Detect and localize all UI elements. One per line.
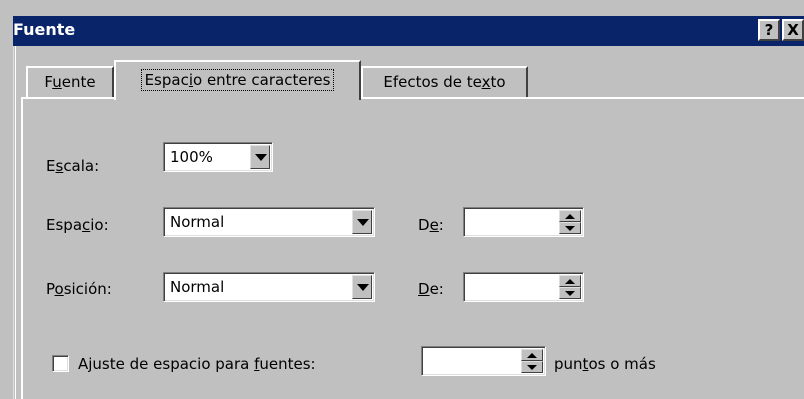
kerning-points-spinner[interactable]: [421, 346, 546, 376]
chevron-down-icon[interactable]: [250, 145, 270, 169]
font-dialog: Fuente ? X Fuente Espacio entre caracter…: [0, 0, 804, 399]
kerning-checkbox[interactable]: [52, 355, 69, 372]
position-by-spinner[interactable]: [463, 272, 584, 302]
spinner-buttons: [559, 275, 581, 299]
position-label: Posición:: [46, 280, 112, 298]
spin-up-icon[interactable]: [559, 210, 581, 222]
chevron-down-icon[interactable]: [352, 210, 372, 234]
title-bar: Fuente ? X: [13, 16, 804, 46]
tab-fuente[interactable]: Fuente: [26, 66, 114, 98]
spin-up-icon[interactable]: [559, 275, 581, 287]
tab-fuente-label: Fuente: [44, 73, 96, 91]
close-icon: X: [787, 21, 799, 39]
spacing-by-spinner[interactable]: [463, 207, 584, 237]
chevron-down-icon[interactable]: [352, 275, 372, 299]
tab-efectos-de-texto[interactable]: Efectos de texto: [361, 66, 528, 98]
tab-espacio-label: Espacio entre caracteres: [140, 69, 335, 91]
tab-efectos-label: Efectos de texto: [383, 73, 506, 91]
scale-value: 100%: [170, 148, 213, 166]
spacing-label: Espacio:: [46, 216, 109, 234]
scale-select[interactable]: 100%: [163, 142, 273, 172]
tab-espacio-entre-caracteres[interactable]: Espacio entre caracteres: [114, 60, 361, 100]
spin-down-icon[interactable]: [559, 287, 581, 299]
help-button[interactable]: ?: [758, 19, 780, 41]
spacing-value: Normal: [170, 213, 225, 231]
position-by-label: De:: [418, 280, 444, 298]
spinner-buttons: [521, 349, 543, 373]
spin-down-icon[interactable]: [521, 361, 543, 373]
close-button[interactable]: X: [782, 19, 804, 41]
dialog-title: Fuente: [13, 20, 76, 39]
spacing-select[interactable]: Normal: [163, 207, 375, 237]
kerning-label[interactable]: Ajuste de espacio para fuentes:: [78, 354, 316, 374]
window-frame-edge: [13, 46, 16, 399]
spinner-buttons: [559, 210, 581, 234]
position-value: Normal: [170, 278, 225, 296]
position-select[interactable]: Normal: [163, 272, 375, 302]
spin-up-icon[interactable]: [521, 349, 543, 361]
spacing-by-label: De:: [418, 216, 444, 234]
scale-label: Escala:: [46, 157, 100, 175]
spin-down-icon[interactable]: [559, 222, 581, 234]
kerning-suffix-label: puntos o más: [554, 355, 656, 373]
help-icon: ?: [764, 21, 774, 39]
